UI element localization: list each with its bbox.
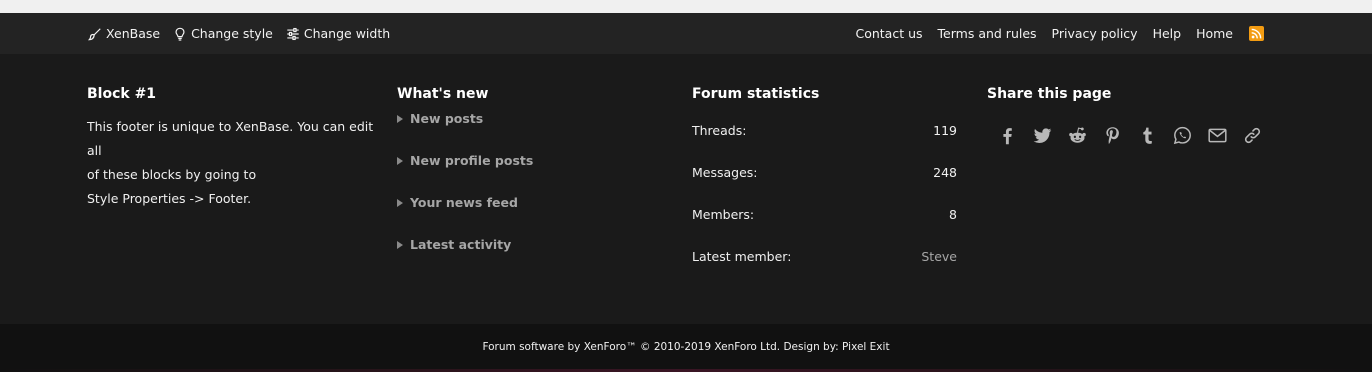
copyright-text: Forum software by XenForo™ © 2010-2019 X… (482, 341, 890, 353)
change-style-link[interactable]: Change style (173, 26, 273, 41)
block-1-title: Block #1 (87, 86, 157, 102)
whats-new-label: Your news feed (410, 195, 518, 210)
forum-statistics-block: Forum statistics Threads: 119 Messages: … (692, 86, 957, 291)
stat-label: Members: (692, 207, 755, 222)
share-tumblr-button[interactable] (1136, 124, 1158, 146)
share-whatsapp-button[interactable] (1171, 124, 1193, 146)
footer-blocks: Block #1 This footer is unique to XenBas… (0, 54, 1372, 324)
reddit-icon (1068, 127, 1086, 143)
whats-new-item-latest-activity[interactable]: Latest activity (397, 237, 667, 279)
share-twitter-button[interactable] (1031, 124, 1053, 146)
share-title: Share this page (987, 86, 1112, 102)
link-icon (1244, 127, 1260, 143)
whats-new-item-news-feed[interactable]: Your news feed (397, 195, 667, 237)
twitter-icon (1033, 127, 1051, 143)
stats-row-messages: Messages: 248 (692, 165, 957, 207)
stat-label: Threads: (692, 123, 747, 138)
block-1-line-1: This footer is unique to XenBase. You ca… (87, 119, 374, 158)
brush-icon (88, 27, 101, 40)
stats-list: Threads: 119 Messages: 248 Members: 8 La… (692, 123, 957, 291)
stat-value: 119 (933, 123, 957, 138)
share-buttons (987, 124, 1277, 146)
caret-right-icon (397, 115, 403, 123)
stats-row-members: Members: 8 (692, 207, 957, 249)
share-reddit-button[interactable] (1066, 124, 1088, 146)
top-strip (0, 0, 1372, 13)
forum-statistics-title: Forum statistics (692, 86, 820, 102)
stat-value: 248 (933, 165, 957, 180)
caret-right-icon (397, 241, 403, 249)
footer-nav-right: Contact us Terms and rules Privacy polic… (855, 13, 1264, 54)
change-width-link[interactable]: Change width (286, 26, 390, 41)
stats-row-latest-member: Latest member: Steve (692, 249, 957, 291)
facebook-icon (1002, 127, 1012, 144)
whats-new-label: Latest activity (410, 237, 512, 252)
share-email-button[interactable] (1206, 124, 1228, 146)
lightbulb-icon (175, 27, 185, 41)
whats-new-block: What's new New posts New profile posts Y… (397, 86, 667, 279)
share-pinterest-button[interactable] (1101, 124, 1123, 146)
contact-us-link[interactable]: Contact us (855, 26, 922, 41)
privacy-policy-link[interactable]: Privacy policy (1052, 26, 1138, 41)
block-1-text: This footer is unique to XenBase. You ca… (87, 115, 377, 211)
share-facebook-button[interactable] (996, 124, 1018, 146)
share-link-button[interactable] (1241, 124, 1263, 146)
whats-new-item-new-posts[interactable]: New posts (397, 111, 667, 153)
help-link[interactable]: Help (1153, 26, 1182, 41)
footer-nav-left: XenBase Change style Change width (88, 13, 390, 54)
block-1: Block #1 This footer is unique to XenBas… (87, 86, 377, 211)
stat-value: 8 (949, 207, 957, 222)
home-link[interactable]: Home (1196, 26, 1233, 41)
caret-right-icon (397, 199, 403, 207)
whats-new-item-new-profile-posts[interactable]: New profile posts (397, 153, 667, 195)
share-block: Share this page (987, 86, 1277, 146)
change-style-label: Change style (191, 26, 273, 41)
block-1-line-3: Style Properties -> Footer. (87, 191, 252, 206)
terms-link[interactable]: Terms and rules (938, 26, 1037, 41)
whatsapp-icon (1173, 126, 1191, 144)
tumblr-icon (1142, 127, 1152, 144)
latest-member-link[interactable]: Steve (921, 249, 957, 291)
whats-new-label: New profile posts (410, 153, 534, 168)
stat-label: Messages: (692, 165, 758, 180)
rss-button[interactable] (1249, 26, 1264, 41)
change-width-label: Change width (303, 26, 391, 41)
sliders-icon (287, 27, 299, 40)
caret-right-icon (397, 157, 403, 165)
pinterest-icon (1105, 126, 1119, 144)
block-1-line-2: of these blocks by going to (87, 167, 257, 182)
stats-row-threads: Threads: 119 (692, 123, 957, 165)
whats-new-title: What's new (397, 86, 489, 102)
stat-label: Latest member: (692, 249, 792, 264)
footer-nav: XenBase Change style Change width Contac… (0, 13, 1372, 54)
xenbase-link[interactable]: XenBase (88, 26, 160, 41)
whats-new-list: New posts New profile posts Your news fe… (397, 111, 667, 279)
email-icon (1207, 128, 1227, 142)
xenbase-label: XenBase (106, 26, 161, 41)
whats-new-label: New posts (410, 111, 484, 126)
copyright-bar: Forum software by XenForo™ © 2010-2019 X… (0, 324, 1372, 372)
rss-icon (1251, 28, 1262, 39)
